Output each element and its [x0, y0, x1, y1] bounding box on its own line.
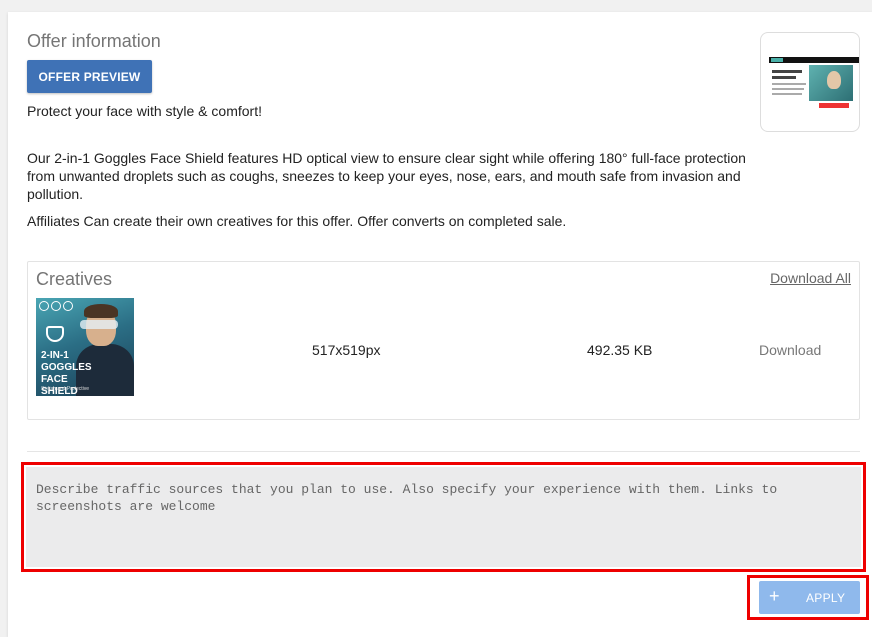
apply-button[interactable]: + APPLY [759, 581, 860, 614]
thumb-text-line [772, 93, 802, 95]
thumb-face [827, 71, 841, 89]
offer-note: Affiliates Can create their own creative… [27, 213, 567, 229]
offer-card: Offer information OFFER PREVIEW Protect … [8, 12, 872, 637]
creative-dimensions: 517x519px [312, 342, 381, 358]
creatives-title: Creatives [36, 269, 113, 289]
creative-goggles [80, 320, 118, 329]
thumb-logo [771, 58, 783, 62]
face-shield-icon [46, 326, 64, 342]
creative-download-link[interactable]: Download [759, 342, 821, 358]
creative-model-hair [84, 304, 118, 318]
creative-image[interactable]: 2-IN-1 GOGGLES FACE SHIELD Stylish and P… [36, 298, 134, 396]
thumb-heading-line [772, 70, 802, 73]
offer-preview-thumbnail[interactable] [760, 32, 860, 132]
offer-description: Our 2-in-1 Goggles Face Shield features … [27, 150, 746, 202]
offer-preview-button[interactable]: OFFER PREVIEW [27, 60, 152, 93]
creative-file-size: 492.35 KB [587, 342, 653, 358]
traffic-sources-input[interactable] [26, 467, 861, 567]
offer-title: Offer information [27, 31, 161, 51]
apply-button-label: APPLY [806, 591, 846, 605]
offer-tagline: Protect your face with style & comfort! [27, 103, 262, 119]
creative-image-subtext: Stylish and Protective [41, 386, 90, 392]
plus-icon: + [769, 586, 780, 606]
thumb-text-line [772, 83, 806, 85]
thumb-cta [819, 103, 849, 108]
creative-badge-icons [39, 301, 73, 311]
thumb-text-line [772, 88, 804, 90]
creatives-panel: Creatives Download All 2-IN-1 GOGGLES FA… [27, 261, 860, 420]
thumb-heading-line [772, 76, 796, 79]
section-divider [27, 451, 860, 452]
download-all-link[interactable]: Download All [770, 270, 851, 286]
